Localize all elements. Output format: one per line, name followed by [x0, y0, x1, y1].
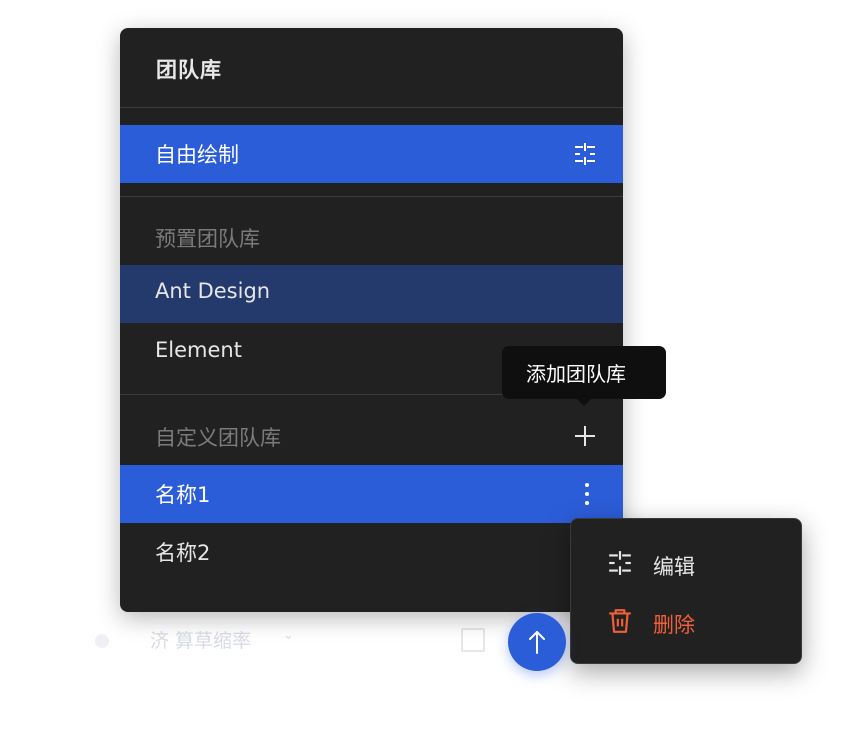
library-item-name1[interactable]: 名称1 — [120, 465, 623, 523]
divider — [120, 107, 623, 108]
library-item-label: Ant Design — [155, 279, 271, 303]
chevron-down-icon: ⌄ — [283, 628, 294, 643]
plus-icon[interactable] — [573, 424, 597, 448]
library-item-label: Element — [155, 338, 242, 362]
edit-menu-item[interactable]: 编辑 — [571, 538, 801, 588]
divider — [120, 196, 623, 197]
frame-icon — [461, 628, 485, 652]
preset-section-label: 预置团队库 — [155, 227, 260, 251]
scroll-top-button[interactable] — [508, 613, 566, 671]
more-vertical-icon[interactable] — [575, 482, 599, 506]
free-draw-item[interactable]: 自由绘制 — [120, 125, 623, 183]
background-dot-icon — [95, 634, 109, 648]
sliders-icon[interactable] — [573, 142, 597, 166]
library-item-ant-design[interactable]: Ant Design — [120, 265, 623, 323]
delete-menu-item[interactable]: 删除 — [571, 596, 801, 646]
background-toolbar: 济 算草缩率 ⌄ — [95, 626, 515, 658]
tooltip-text: 添加团队库 — [526, 362, 626, 386]
delete-label: 删除 — [653, 613, 695, 637]
arrow-up-icon — [529, 631, 545, 654]
library-item-label: 名称2 — [155, 541, 211, 565]
add-library-tooltip: 添加团队库 — [502, 346, 666, 406]
sliders-icon — [609, 551, 631, 575]
library-item-label: 名称1 — [155, 483, 211, 507]
team-library-panel: 团队库 自由绘制 预置团队库 Ant Design Element 自定义团队库… — [120, 28, 623, 612]
tooltip-arrow — [576, 398, 592, 406]
free-draw-label: 自由绘制 — [155, 143, 239, 167]
edit-label: 编辑 — [653, 555, 695, 579]
trash-icon — [609, 609, 631, 633]
item-context-menu: 编辑 删除 — [570, 518, 802, 664]
library-item-name2[interactable]: 名称2 — [120, 523, 623, 581]
custom-section-label: 自定义团队库 — [155, 426, 281, 450]
background-toolbar-text: 济 算草缩率 — [150, 630, 252, 652]
panel-title: 团队库 — [156, 58, 222, 82]
